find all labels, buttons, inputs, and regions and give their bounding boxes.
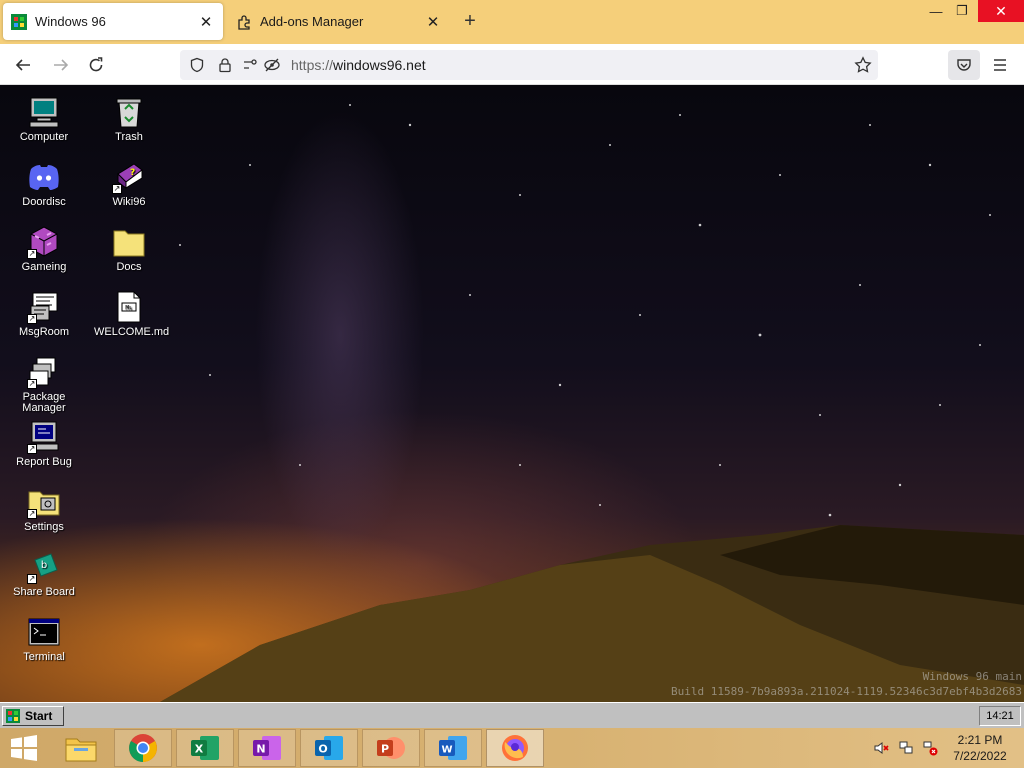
bug-report-icon: ↗ <box>27 420 61 454</box>
windows-start-button[interactable] <box>4 732 44 764</box>
svg-text:b: b <box>41 560 47 571</box>
build-watermark-line2: Build 11589-7b9a893a.211024-1119.52346c3… <box>671 685 1022 698</box>
word-icon: W <box>439 736 467 760</box>
desktop-icon-docs[interactable]: Docs <box>94 225 164 273</box>
tab-addons-manager[interactable]: Add-ons Manager ✕ <box>228 3 450 40</box>
desktop-icon-wiki96[interactable]: ? ↗ Wiki96 <box>94 160 164 208</box>
window-close-button[interactable]: ✕ <box>978 0 1024 22</box>
close-tab-icon[interactable]: ✕ <box>195 11 217 33</box>
windows-logo-icon <box>11 735 37 761</box>
share-board-icon: b ↗ <box>27 550 61 584</box>
windows96-logo-icon <box>6 709 20 723</box>
recycle-bin-icon <box>112 95 146 129</box>
firefox-icon <box>502 735 528 761</box>
chrome-icon <box>129 734 157 762</box>
desktop-icon-computer[interactable]: Computer <box>9 95 79 143</box>
navigation-toolbar: https://windows96.net <box>0 44 1024 85</box>
arrow-right-icon <box>54 59 69 71</box>
tracking-blocked-icon[interactable] <box>263 56 281 74</box>
bookmark-star-icon[interactable] <box>854 56 872 74</box>
desktop-icon-trash[interactable]: Trash <box>94 95 164 143</box>
win96-desktop[interactable]: Computer Doordisc ↗ Gameing ↗ MsgRoom ↗ … <box>0 85 1024 702</box>
desktop-icon-settings[interactable]: ↗ Settings <box>9 485 79 533</box>
desktop-icon-report-bug[interactable]: ↗ Report Bug <box>9 420 79 468</box>
desktop-icon-msgroom[interactable]: ↗ MsgRoom <box>9 290 79 338</box>
onenote-icon: N <box>253 736 281 760</box>
package-icon: ↗ <box>27 355 61 389</box>
taskbar-outlook[interactable]: O <box>300 729 358 767</box>
svg-text:?: ? <box>130 168 135 178</box>
taskbar-word[interactable]: W <box>424 729 482 767</box>
taskbar-powerpoint[interactable]: P <box>362 729 420 767</box>
tab-title: Windows 96 <box>35 14 106 29</box>
pocket-icon <box>957 59 971 71</box>
close-tab-icon[interactable]: ✕ <box>422 11 444 33</box>
powerpoint-icon: P <box>377 737 405 759</box>
reload-icon <box>89 57 103 72</box>
win96-taskbar: Start 14:21 <box>0 702 1024 728</box>
hamburger-icon <box>994 59 1006 71</box>
svg-text:P: P <box>381 743 389 756</box>
file-explorer-icon <box>65 738 97 762</box>
reload-button[interactable] <box>83 52 109 78</box>
restore-button[interactable]: ❐ <box>942 0 982 22</box>
svg-text:N: N <box>256 743 265 756</box>
desktop-icon-package-manager[interactable]: ↗ Package Manager <box>9 355 79 414</box>
taskbar-excel[interactable]: X <box>176 729 234 767</box>
tab-windows96[interactable]: Windows 96 ✕ <box>3 3 223 40</box>
windows-taskbar: X N O P W 2:21 PM 7/22/2022 <box>0 728 1024 768</box>
terminal-icon <box>27 615 61 649</box>
desktop-icon-share-board[interactable]: b ↗ Share Board <box>9 550 79 598</box>
taskbar-onenote[interactable]: N <box>238 729 296 767</box>
help-book-icon: ? ↗ <box>112 160 146 194</box>
svg-text:X: X <box>195 743 204 756</box>
arrow-left-icon <box>15 59 30 71</box>
forward-button[interactable] <box>48 52 74 78</box>
windows96-favicon <box>11 13 27 30</box>
browser-tab-strip: Windows 96 ✕ Add-ons Manager ✕ + — ❐ ✕ <box>0 0 1024 44</box>
new-tab-button[interactable]: + <box>458 10 482 34</box>
desktop-icon-terminal[interactable]: Terminal <box>9 615 79 663</box>
svg-text:W: W <box>441 745 452 756</box>
desktop-icon-welcome-md[interactable]: M↓ WELCOME.md <box>94 290 169 338</box>
pocket-button[interactable] <box>948 50 980 80</box>
taskbar-firefox[interactable] <box>486 729 544 767</box>
settings-folder-icon: ↗ <box>27 485 61 519</box>
win96-start-button[interactable]: Start <box>2 706 64 726</box>
svg-text:M↓: M↓ <box>125 305 132 312</box>
volume-muted-icon[interactable] <box>872 739 890 757</box>
computer-icon <box>27 95 61 129</box>
back-button[interactable] <box>10 52 36 78</box>
outlook-icon: O <box>315 736 343 760</box>
taskbar-file-explorer[interactable] <box>52 729 110 767</box>
app-menu-button[interactable] <box>988 52 1012 78</box>
game-cube-icon: ↗ <box>27 225 61 259</box>
system-clock[interactable]: 2:21 PM 7/22/2022 <box>944 732 1016 764</box>
markdown-file-icon: M↓ <box>112 290 146 324</box>
discord-icon <box>27 160 61 194</box>
action-center-alert-icon[interactable] <box>921 739 939 757</box>
svg-text:O: O <box>318 743 327 756</box>
folder-icon <box>112 225 146 259</box>
url-bar[interactable]: https://windows96.net <box>180 50 878 80</box>
lock-icon[interactable] <box>216 56 234 74</box>
puzzle-piece-icon <box>236 14 252 30</box>
chat-icon: ↗ <box>27 290 61 324</box>
network-icon[interactable] <box>897 739 915 757</box>
permissions-icon[interactable] <box>243 56 261 74</box>
shield-icon[interactable] <box>188 56 206 74</box>
url-text[interactable]: https://windows96.net <box>291 57 426 73</box>
build-watermark-line1: Windows 96 main <box>922 670 1022 683</box>
desktop-icon-doordisc[interactable]: Doordisc <box>9 160 79 208</box>
win96-clock[interactable]: 14:21 <box>979 706 1021 726</box>
taskbar-chrome[interactable] <box>114 729 172 767</box>
excel-icon: X <box>191 736 219 760</box>
desktop-icon-gameing[interactable]: ↗ Gameing <box>9 225 79 273</box>
tab-title: Add-ons Manager <box>260 14 364 29</box>
